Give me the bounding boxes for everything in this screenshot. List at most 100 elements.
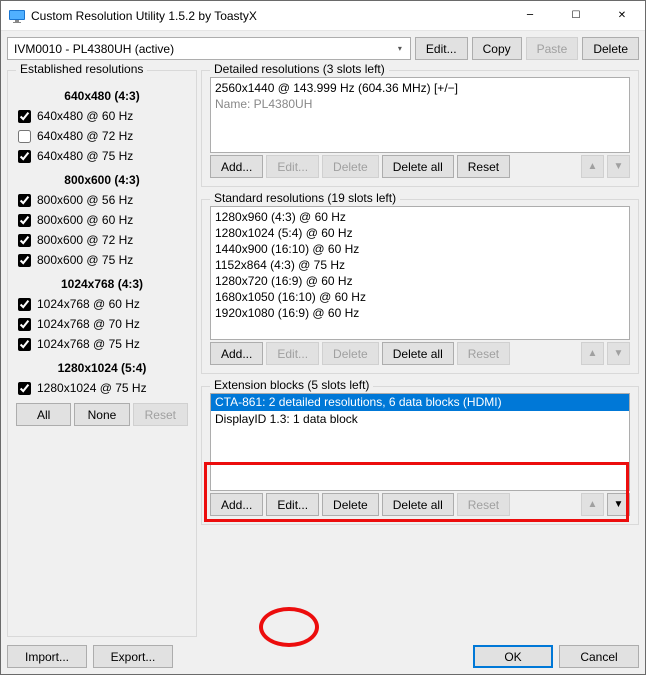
copy-button[interactable]: Copy xyxy=(472,37,522,60)
close-button[interactable]: ✕ xyxy=(599,1,645,30)
extension-listbox[interactable]: CTA-861: 2 detailed resolutions, 6 data … xyxy=(210,393,630,491)
resolution-label: 1024x768 @ 70 Hz xyxy=(37,317,140,331)
display-select[interactable]: IVM0010 - PL4380UH (active) ▾ xyxy=(7,37,411,60)
delete-display-button[interactable]: Delete xyxy=(582,37,639,60)
footer-bar: Import... Export... OK Cancel xyxy=(7,637,639,668)
resolution-group-header: 640x480 (4:3) xyxy=(16,89,188,103)
window-title: Custom Resolution Utility 1.5.2 by Toast… xyxy=(31,9,507,23)
detailed-line-name[interactable]: Name: PL4380UH xyxy=(215,96,625,112)
resolution-checkbox-row[interactable]: 800x600 @ 75 Hz xyxy=(18,253,188,267)
resolution-group-header: 1280x1024 (5:4) xyxy=(16,361,188,375)
app-icon xyxy=(9,8,25,24)
extension-row[interactable]: CTA-861: 2 detailed resolutions, 6 data … xyxy=(211,394,629,411)
resolution-label: 800x600 @ 75 Hz xyxy=(37,253,133,267)
resolution-group-header: 1024x768 (4:3) xyxy=(16,277,188,291)
none-button[interactable]: None xyxy=(74,403,129,426)
window-buttons: ─ ☐ ✕ xyxy=(507,1,645,30)
resolution-checkbox[interactable] xyxy=(18,318,31,331)
resolution-checkbox-row[interactable]: 1024x768 @ 70 Hz xyxy=(18,317,188,331)
import-button[interactable]: Import... xyxy=(7,645,87,668)
resolution-checkbox-row[interactable]: 800x600 @ 60 Hz xyxy=(18,213,188,227)
resolution-checkbox[interactable] xyxy=(18,338,31,351)
left-column: Established resolutions 640x480 (4:3)640… xyxy=(7,64,197,637)
standard-delete-button[interactable]: Delete xyxy=(322,342,379,365)
established-legend: Established resolutions xyxy=(16,62,147,76)
extension-legend: Extension blocks (5 slots left) xyxy=(210,378,373,392)
extension-row[interactable]: DisplayID 1.3: 1 data block xyxy=(211,411,629,428)
standard-line[interactable]: 1152x864 (4:3) @ 75 Hz xyxy=(215,257,625,273)
resolution-checkbox[interactable] xyxy=(18,234,31,247)
top-toolbar: IVM0010 - PL4380UH (active) ▾ Edit... Co… xyxy=(7,37,639,60)
extension-reset-button[interactable]: Reset xyxy=(457,493,510,516)
resolution-checkbox-row[interactable]: 640x480 @ 72 Hz xyxy=(18,129,188,143)
resolution-checkbox[interactable] xyxy=(18,214,31,227)
resolution-label: 640x480 @ 60 Hz xyxy=(37,109,133,123)
resolution-checkbox[interactable] xyxy=(18,130,31,143)
detailed-line[interactable]: 2560x1440 @ 143.999 Hz (604.36 MHz) [+/−… xyxy=(215,80,625,96)
resolution-checkbox-row[interactable]: 800x600 @ 72 Hz xyxy=(18,233,188,247)
extension-add-button[interactable]: Add... xyxy=(210,493,263,516)
resolution-checkbox-row[interactable]: 1024x768 @ 60 Hz xyxy=(18,297,188,311)
resolution-label: 800x600 @ 60 Hz xyxy=(37,213,133,227)
extension-edit-button[interactable]: Edit... xyxy=(266,493,319,516)
maximize-button[interactable]: ☐ xyxy=(553,1,599,30)
extension-down-button[interactable]: ▼ xyxy=(607,493,630,516)
standard-line[interactable]: 1280x720 (16:9) @ 60 Hz xyxy=(215,273,625,289)
titlebar: Custom Resolution Utility 1.5.2 by Toast… xyxy=(1,1,645,31)
resolution-label: 640x480 @ 72 Hz xyxy=(37,129,133,143)
resolution-label: 1024x768 @ 60 Hz xyxy=(37,297,140,311)
resolution-checkbox-row[interactable]: 800x600 @ 56 Hz xyxy=(18,193,188,207)
resolution-label: 800x600 @ 56 Hz xyxy=(37,193,133,207)
resolution-checkbox-row[interactable]: 640x480 @ 75 Hz xyxy=(18,149,188,163)
resolution-checkbox[interactable] xyxy=(18,150,31,163)
export-button[interactable]: Export... xyxy=(93,645,173,668)
extension-up-button[interactable]: ▲ xyxy=(581,493,604,516)
standard-up-button[interactable]: ▲ xyxy=(581,342,604,365)
established-list: 640x480 (4:3) 640x480 @ 60 Hz 640x480 @ 72… xyxy=(16,77,188,395)
display-select-value: IVM0010 - PL4380UH (active) xyxy=(14,42,174,56)
standard-line[interactable]: 1680x1050 (16:10) @ 60 Hz xyxy=(215,289,625,305)
minimize-button[interactable]: ─ xyxy=(507,1,553,30)
paste-button[interactable]: Paste xyxy=(526,37,579,60)
resolution-label: 640x480 @ 75 Hz xyxy=(37,149,133,163)
resolution-checkbox[interactable] xyxy=(18,254,31,267)
detailed-delete-button[interactable]: Delete xyxy=(322,155,379,178)
resolution-checkbox-row[interactable]: 1280x1024 @ 75 Hz xyxy=(18,381,188,395)
detailed-edit-button[interactable]: Edit... xyxy=(266,155,319,178)
standard-edit-button[interactable]: Edit... xyxy=(266,342,319,365)
standard-reset-button[interactable]: Reset xyxy=(457,342,510,365)
resolution-checkbox[interactable] xyxy=(18,298,31,311)
standard-listbox[interactable]: 1280x960 (4:3) @ 60 Hz1280x1024 (5:4) @ … xyxy=(210,206,630,340)
resolution-label: 1280x1024 @ 75 Hz xyxy=(37,381,147,395)
cancel-button[interactable]: Cancel xyxy=(559,645,639,668)
standard-add-button[interactable]: Add... xyxy=(210,342,263,365)
resolution-checkbox-row[interactable]: 640x480 @ 60 Hz xyxy=(18,109,188,123)
standard-down-button[interactable]: ▼ xyxy=(607,342,630,365)
resolution-checkbox[interactable] xyxy=(18,382,31,395)
standard-line[interactable]: 1920x1080 (16:9) @ 60 Hz xyxy=(215,305,625,321)
detailed-up-button[interactable]: ▲ xyxy=(581,155,604,178)
resolution-group-header: 800x600 (4:3) xyxy=(16,173,188,187)
chevron-down-icon: ▾ xyxy=(394,44,406,53)
standard-line[interactable]: 1440x900 (16:10) @ 60 Hz xyxy=(215,241,625,257)
right-column: Detailed resolutions (3 slots left) 2560… xyxy=(201,64,639,637)
resolution-checkbox[interactable] xyxy=(18,194,31,207)
extension-delete-button[interactable]: Delete xyxy=(322,493,379,516)
detailed-reset-button[interactable]: Reset xyxy=(457,155,510,178)
established-reset-button[interactable]: Reset xyxy=(133,403,188,426)
standard-line[interactable]: 1280x1024 (5:4) @ 60 Hz xyxy=(215,225,625,241)
resolution-checkbox[interactable] xyxy=(18,110,31,123)
edit-display-button[interactable]: Edit... xyxy=(415,37,468,60)
detailed-listbox[interactable]: 2560x1440 @ 143.999 Hz (604.36 MHz) [+/−… xyxy=(210,77,630,153)
client-area: IVM0010 - PL4380UH (active) ▾ Edit... Co… xyxy=(1,31,645,674)
standard-line[interactable]: 1280x960 (4:3) @ 60 Hz xyxy=(215,209,625,225)
resolution-checkbox-row[interactable]: 1024x768 @ 75 Hz xyxy=(18,337,188,351)
ok-button[interactable]: OK xyxy=(473,645,553,668)
detailed-add-button[interactable]: Add... xyxy=(210,155,263,178)
extension-deleteall-button[interactable]: Delete all xyxy=(382,493,454,516)
detailed-down-button[interactable]: ▼ xyxy=(607,155,630,178)
detailed-deleteall-button[interactable]: Delete all xyxy=(382,155,454,178)
detailed-legend: Detailed resolutions (3 slots left) xyxy=(210,62,389,76)
all-button[interactable]: All xyxy=(16,403,71,426)
standard-deleteall-button[interactable]: Delete all xyxy=(382,342,454,365)
